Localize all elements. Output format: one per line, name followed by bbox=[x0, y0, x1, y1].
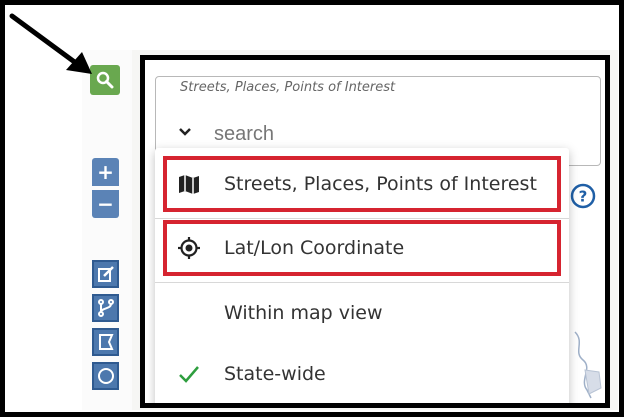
outer-frame bbox=[0, 0, 624, 417]
